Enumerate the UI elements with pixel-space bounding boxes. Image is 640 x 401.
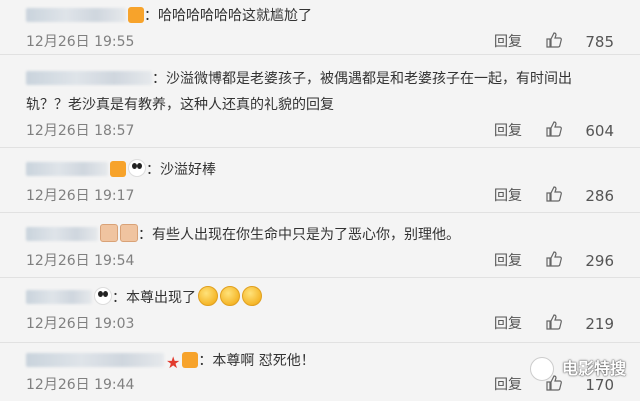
- panda-icon: [128, 159, 146, 177]
- emoji-icon: [220, 286, 240, 306]
- username-blurred[interactable]: [26, 353, 164, 367]
- reply-button[interactable]: 回复: [494, 32, 522, 52]
- username-blurred[interactable]: [26, 71, 152, 85]
- comment-text-continued: 轨？？老沙真是有教养，这种人还真的礼貌的回复: [26, 97, 334, 113]
- badge-icon: [120, 224, 138, 242]
- wechat-logo-icon: [530, 357, 554, 381]
- thumbs-up-icon[interactable]: [546, 314, 562, 330]
- comment-time: 12月26日 19:55: [26, 34, 135, 50]
- like-count: 604: [585, 122, 614, 140]
- comment-time: 12月26日 18:57: [26, 123, 135, 139]
- thumbs-up-icon[interactable]: [546, 121, 562, 137]
- like-count: 785: [585, 33, 614, 51]
- comment-text: ：哈哈哈哈哈哈这就尴尬了: [144, 8, 312, 24]
- comment-text: ：有些人出现在你生命中只是为了恶心你，别理他。: [138, 227, 460, 243]
- reply-button[interactable]: 回复: [494, 375, 522, 395]
- like-count: 286: [585, 187, 614, 205]
- comment-time: 12月26日 19:44: [26, 377, 135, 393]
- watermark-text: 电影特搜: [561, 359, 626, 378]
- comment-time: 12月26日 19:03: [26, 316, 135, 332]
- comment-item: ：本尊出现了 12月26日 19:03 回复 219: [0, 278, 640, 343]
- reply-button[interactable]: 回复: [494, 314, 522, 334]
- comment-item: ：沙溢好棒 12月26日 19:17 回复 286: [0, 148, 640, 213]
- comment-item: ：有些人出现在你生命中只是为了恶心你，别理他。 12月26日 19:54 回复 …: [0, 213, 640, 278]
- comment-time: 12月26日 19:54: [26, 253, 135, 269]
- panda-icon: [94, 287, 112, 305]
- vip-badge-icon: [128, 7, 144, 23]
- comment-time: 12月26日 19:17: [26, 188, 135, 204]
- comment-text: ：本尊啊 怼死他！: [198, 353, 315, 369]
- like-count: 219: [585, 315, 614, 333]
- reply-button[interactable]: 回复: [494, 186, 522, 206]
- comment-item: ：沙溢微博都是老婆孩子，被偶遇都是和老婆孩子在一起，有时间出 轨？？老沙真是有教…: [0, 55, 640, 148]
- comment-text: ：本尊出现了: [112, 290, 196, 306]
- thumbs-up-icon[interactable]: [546, 32, 562, 48]
- username-blurred[interactable]: [26, 162, 108, 176]
- like-count: 296: [585, 252, 614, 270]
- comment-item: ：哈哈哈哈哈哈这就尴尬了 12月26日 19:55 回复 785: [0, 0, 640, 55]
- reply-button[interactable]: 回复: [494, 251, 522, 271]
- emoji-icon: [198, 286, 218, 306]
- star-icon: ★: [166, 353, 181, 372]
- badge-icon: [100, 224, 118, 242]
- reply-button[interactable]: 回复: [494, 121, 522, 141]
- vip-badge-icon: [110, 161, 126, 177]
- thumbs-up-icon[interactable]: [546, 251, 562, 267]
- vip-badge-icon: [182, 352, 199, 368]
- comment-text: ：沙溢微博都是老婆孩子，被偶遇都是和老婆孩子在一起，有时间出: [152, 71, 572, 87]
- comment-text: ：沙溢好棒: [146, 162, 216, 178]
- username-blurred[interactable]: [26, 8, 126, 22]
- username-blurred[interactable]: [26, 290, 92, 304]
- username-blurred[interactable]: [26, 227, 98, 241]
- thumbs-up-icon[interactable]: [546, 186, 562, 202]
- emoji-icon: [242, 286, 262, 306]
